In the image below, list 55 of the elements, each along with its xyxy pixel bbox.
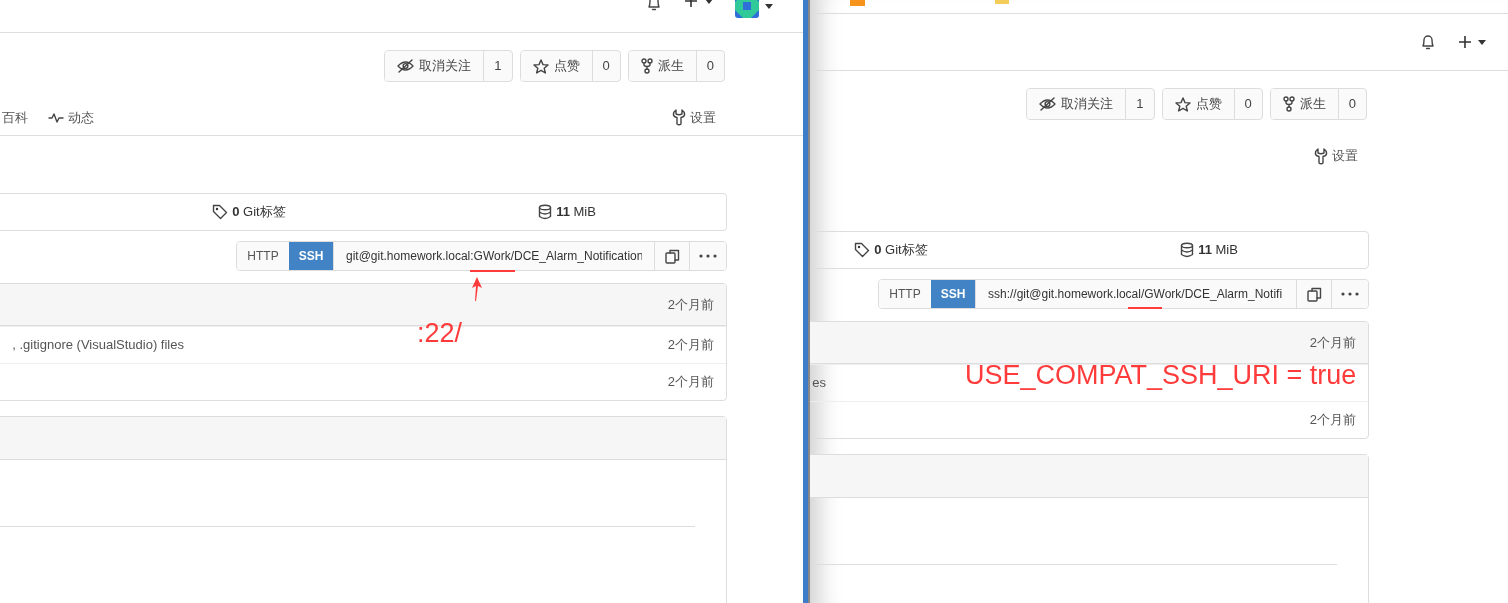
count-label[interactable]: 0 — [591, 51, 620, 81]
fork-icon — [1282, 96, 1295, 112]
eye-slash-icon — [1039, 97, 1057, 111]
plus-icon — [1457, 35, 1472, 49]
clone-url-bar[interactable]: HTTP SSH git@git.homework.local:GWork/DCE_Alarm_Notification — [236, 241, 727, 271]
user-menu-button[interactable] — [734, 0, 773, 18]
count-label[interactable]: 0 — [1337, 89, 1366, 119]
copy-icon — [1306, 286, 1322, 302]
nav-tab[interactable]: 设置 — [662, 107, 727, 128]
database-icon — [538, 204, 553, 220]
eye-slash-icon — [397, 59, 415, 73]
star-icon — [1174, 96, 1191, 112]
caret-icon — [1478, 39, 1486, 45]
tag-count[interactable]: 0 Git标签 — [874, 240, 928, 260]
commit-message: , .gitignore (VisualStudio) files — [11, 336, 184, 355]
star-icon — [532, 58, 549, 74]
bell-icon — [1419, 33, 1436, 51]
nav-tab[interactable]: 百科 — [2, 107, 38, 128]
bookmark-icon — [850, 0, 865, 6]
wrench-icon — [1314, 147, 1328, 165]
wrench-icon — [672, 109, 686, 126]
count-label[interactable]: 0 — [1233, 89, 1262, 119]
protocol-button[interactable]: SSH — [931, 280, 975, 308]
tag-icon — [212, 204, 229, 220]
avatar-icon — [734, 0, 759, 18]
annotation-underline — [470, 270, 515, 272]
count-label[interactable]: 1 — [483, 51, 512, 81]
caret-icon — [704, 0, 713, 4]
database-icon — [1180, 242, 1195, 258]
create-menu-button[interactable] — [1457, 35, 1486, 49]
protocol-button[interactable]: SSH — [289, 242, 333, 270]
nav-tab[interactable]: 设置 — [1304, 146, 1369, 166]
notification-button[interactable] — [1419, 33, 1436, 51]
fork-icon — [640, 58, 653, 74]
nav-tab[interactable]: 动态 — [38, 107, 104, 128]
pulse-icon — [48, 111, 64, 124]
repo-size[interactable]: 11 MiB — [556, 202, 596, 222]
tag-icon — [854, 242, 871, 258]
tag-count[interactable]: 0 Git标签 — [232, 202, 286, 222]
more-icon — [1341, 292, 1359, 296]
annotation-arrow — [472, 277, 482, 301]
commit-time: 2个月前 — [666, 336, 715, 355]
clone-url-bar[interactable]: HTTP SSH ssh://git@git.homework.local/GWork/DCE_Alarm_Notifi — [878, 279, 1369, 309]
commit-time: 2个月前 — [1308, 411, 1357, 430]
count-label[interactable]: 1 — [1125, 89, 1154, 119]
annotation-text: USE_COMPAT_SSH_URI = true — [965, 362, 1357, 389]
count-label[interactable]: 0 — [695, 51, 724, 81]
annotation-underline — [1128, 307, 1162, 309]
commit-message: es — [811, 374, 826, 393]
repo-size[interactable]: 11 MiB — [1198, 240, 1238, 260]
commit-time: 2个月前 — [666, 373, 715, 392]
copy-icon — [664, 248, 680, 264]
caret-icon — [765, 3, 773, 9]
table-header: 2个月前 — [810, 322, 1368, 364]
more-icon — [699, 254, 717, 258]
